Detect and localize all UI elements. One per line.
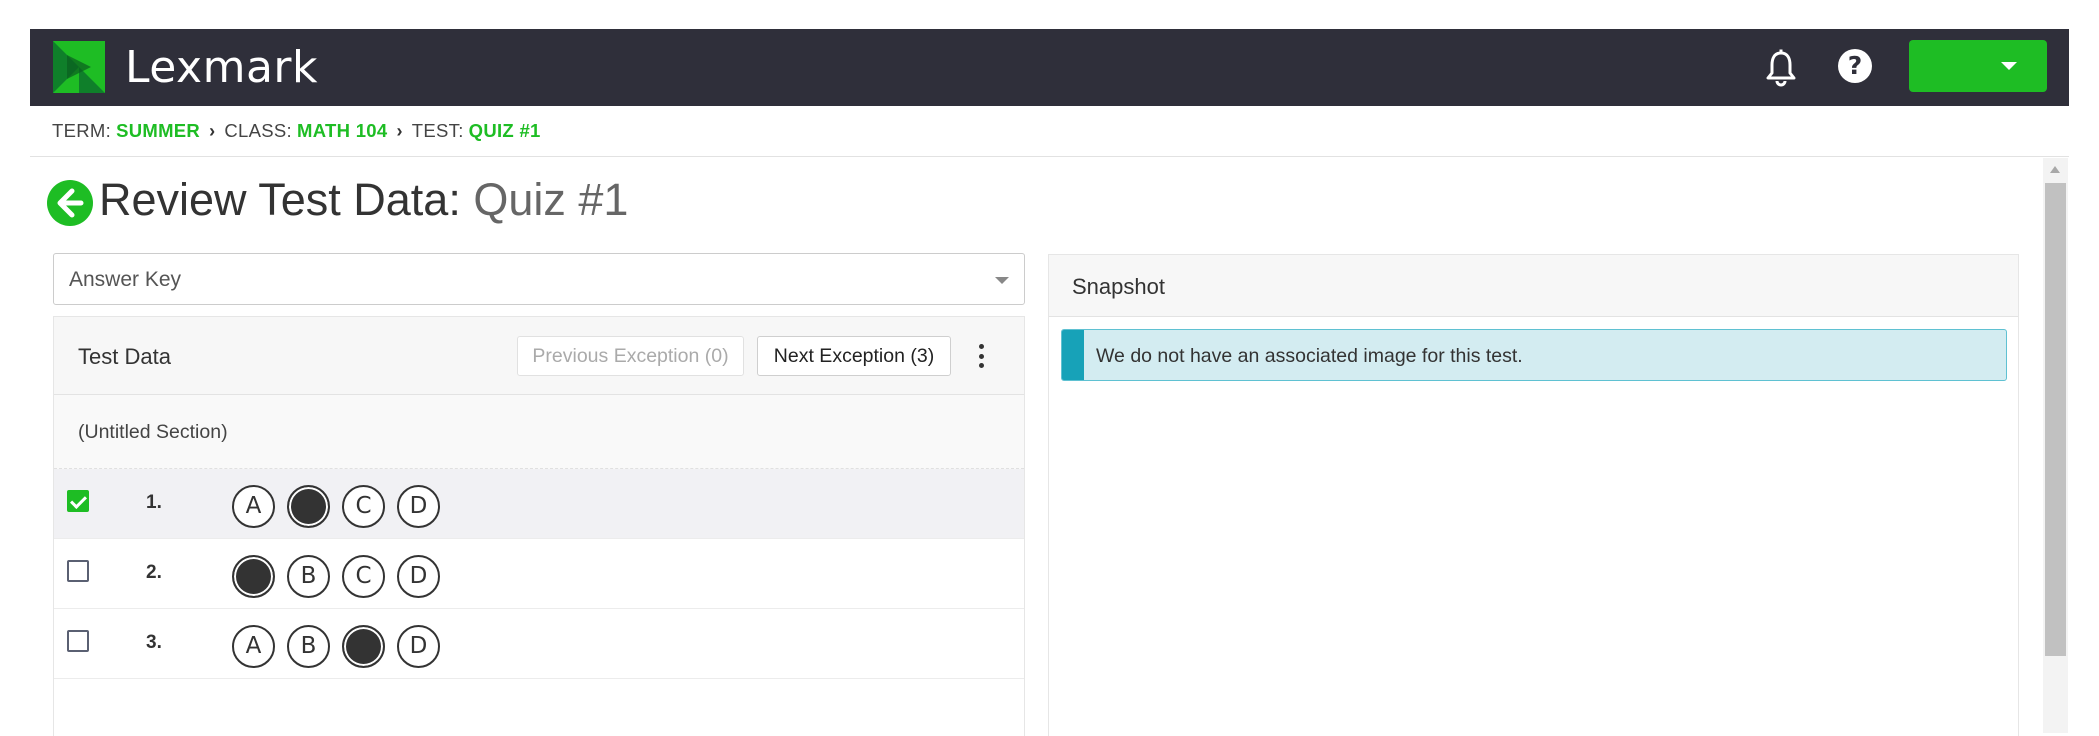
breadcrumb-test-label: TEST: — [411, 120, 464, 141]
answer-bubble-b-filled[interactable] — [287, 485, 330, 528]
breadcrumb: TERM: SUMMER › CLASS: MATH 104 › TEST: Q… — [52, 120, 541, 142]
test-data-panel: Test Data Previous Exception (0) Next Ex… — [53, 316, 1025, 736]
breadcrumb-class-label: CLASS: — [224, 120, 292, 141]
top-navbar: Lexmark ? — [30, 29, 2069, 106]
answer-bubble-b[interactable]: B — [287, 555, 330, 598]
user-menu-button[interactable] — [1909, 40, 2047, 92]
answer-bubble-d[interactable]: D — [397, 555, 440, 598]
question-number: 3. — [146, 632, 162, 653]
breadcrumb-term-label: TERM: — [52, 120, 112, 141]
page-title: Review Test Data: Quiz #1 — [99, 174, 628, 226]
test-data-header: Test Data Previous Exception (0) Next Ex… — [54, 317, 1024, 395]
bell-icon[interactable] — [1764, 49, 1798, 87]
page-title-test-name: Quiz #1 — [473, 174, 629, 225]
chevron-right-icon: › — [209, 120, 216, 141]
answer-bubble-a[interactable]: A — [232, 625, 275, 668]
test-data-title: Test Data — [78, 344, 171, 369]
answer-bubble-a-filled[interactable] — [232, 555, 275, 598]
answer-bubble-c[interactable]: C — [342, 485, 385, 528]
answer-key-select[interactable]: Answer Key — [53, 253, 1025, 305]
answer-bubble-d[interactable]: D — [397, 625, 440, 668]
alert-message: We do not have an associated image for t… — [1096, 345, 1523, 367]
next-exception-button[interactable]: Next Exception (3) — [757, 336, 951, 376]
more-options-icon[interactable] — [976, 344, 986, 368]
no-image-alert: We do not have an associated image for t… — [1061, 329, 2007, 381]
breadcrumb-term-link[interactable]: SUMMER — [116, 120, 200, 142]
question-checkbox[interactable] — [67, 490, 89, 512]
question-number: 2. — [146, 562, 162, 583]
question-number: 1. — [146, 492, 162, 513]
lexmark-logo-icon — [53, 41, 105, 93]
question-row[interactable]: 2. B C D — [54, 539, 1024, 609]
chevron-down-icon — [995, 277, 1009, 284]
question-checkbox[interactable] — [67, 560, 89, 582]
answer-bubble-c[interactable]: C — [342, 555, 385, 598]
section-header: (Untitled Section) — [54, 395, 1024, 469]
answer-bubble-d[interactable]: D — [397, 485, 440, 528]
brand-name: Lexmark — [125, 41, 318, 93]
alert-accent-bar — [1062, 330, 1084, 380]
snapshot-header: Snapshot — [1049, 255, 2018, 317]
help-icon[interactable]: ? — [1838, 49, 1872, 83]
divider — [30, 156, 2069, 157]
answer-key-select-value: Answer Key — [69, 268, 182, 291]
question-row[interactable]: 1. A C D — [54, 469, 1024, 539]
breadcrumb-test-link[interactable]: QUIZ #1 — [469, 120, 541, 142]
previous-exception-button[interactable]: Previous Exception (0) — [517, 336, 744, 376]
lexmark-logo[interactable]: Lexmark — [53, 38, 318, 96]
page-title-main: Review Test Data: — [99, 174, 461, 225]
chevron-right-icon: › — [396, 120, 403, 141]
answer-bubble-c-filled[interactable] — [342, 625, 385, 668]
question-checkbox[interactable] — [67, 630, 89, 652]
section-title: (Untitled Section) — [78, 421, 228, 443]
scroll-up-arrow-icon[interactable] — [2050, 166, 2060, 173]
scrollbar-thumb[interactable] — [2045, 183, 2066, 656]
caret-down-icon — [2001, 62, 2017, 70]
answer-bubble-b[interactable]: B — [287, 625, 330, 668]
snapshot-panel: Snapshot We do not have an associated im… — [1048, 254, 2019, 736]
question-row[interactable]: 3. A B D — [54, 609, 1024, 679]
breadcrumb-class-link[interactable]: MATH 104 — [297, 120, 387, 142]
answer-bubble-a[interactable]: A — [232, 485, 275, 528]
vertical-scrollbar[interactable] — [2043, 158, 2068, 733]
snapshot-title: Snapshot — [1072, 274, 1165, 299]
back-arrow-icon[interactable] — [47, 180, 93, 226]
